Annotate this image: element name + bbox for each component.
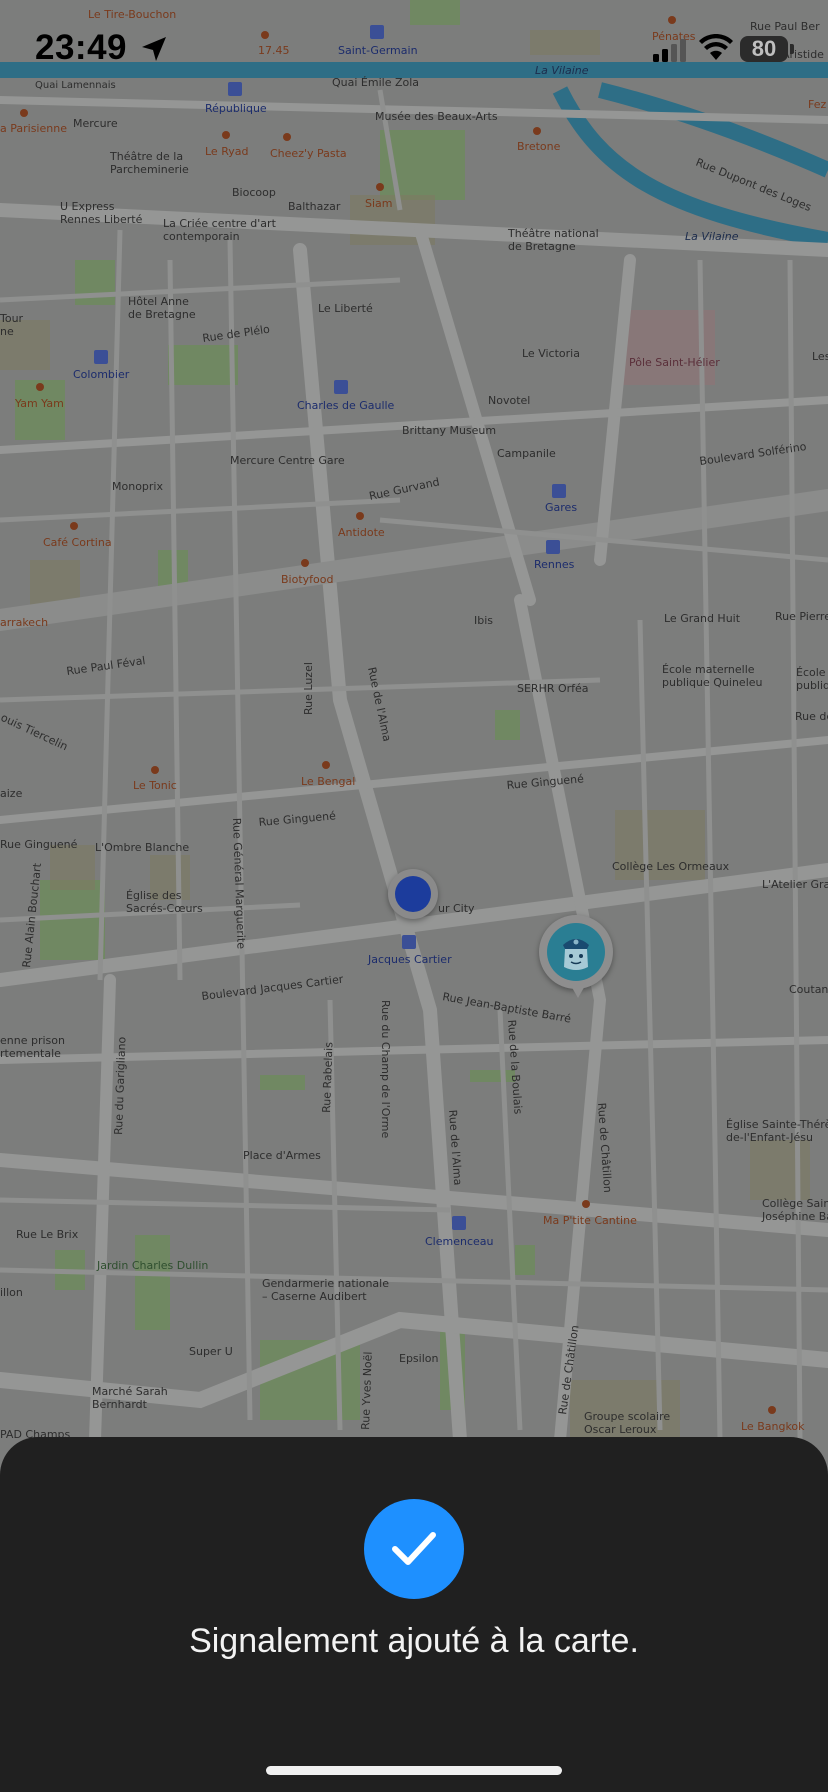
- restaurant-icon: [356, 512, 364, 520]
- label-pole-saint-helier: Pôle Saint-Hélier: [629, 356, 720, 369]
- label-le-grand-huit: Le Grand Huit: [664, 612, 741, 625]
- checkmark-icon: [392, 1532, 436, 1565]
- restaurant-icon: [283, 133, 291, 141]
- label-college-saint-josephine: Collège SainJoséphine Bak: [761, 1197, 828, 1223]
- label-le-victoria: Le Victoria: [522, 347, 580, 360]
- label-theatre-parcheminerie: Théâtre de la Parcheminerie: [109, 150, 189, 176]
- label-les: Les: [812, 350, 828, 363]
- label-jacques-cartier: Jacques Cartier: [367, 953, 452, 966]
- label-jardin-charles-dullin: Jardin Charles Dullin: [96, 1259, 208, 1272]
- label-place-d-armes: Place d'Armes: [243, 1149, 321, 1162]
- label-colombier: Colombier: [73, 368, 130, 381]
- label-balthazar: Balthazar: [288, 200, 341, 213]
- metro-icon: [552, 484, 566, 498]
- restaurant-icon: [151, 766, 159, 774]
- label-yam-yam: Yam Yam: [14, 397, 64, 410]
- label-le-ryad: Le Ryad: [205, 145, 248, 158]
- wifi-icon: [699, 34, 733, 60]
- label-cafe-cortina: Café Cortina: [43, 536, 112, 549]
- label-l-ombre-blanche: L'Ombre Blanche: [95, 841, 189, 854]
- label-illon: illon: [0, 1286, 23, 1299]
- metro-icon: [402, 935, 416, 949]
- label-coutan: Coutan: [789, 983, 828, 996]
- label-serhr-orfea: SERHR Orféa: [517, 682, 589, 695]
- restaurant-icon: [582, 1200, 590, 1208]
- restaurant-icon: [301, 559, 309, 567]
- label-parisienne: a Parisienne: [0, 122, 67, 135]
- label-le-bengal: Le Bengal: [301, 775, 355, 788]
- label-arrakech: arrakech: [0, 616, 48, 629]
- label-clemenceau: Clemenceau: [425, 1235, 494, 1248]
- label-campanile: Campanile: [497, 447, 556, 460]
- metro-icon: [546, 540, 560, 554]
- label-monoprix: Monoprix: [112, 480, 163, 493]
- restaurant-icon: [70, 522, 78, 530]
- restaurant-icon: [533, 127, 541, 135]
- label-epsilon: Epsilon: [399, 1352, 439, 1365]
- label-biotyfood: Biotyfood: [281, 573, 333, 586]
- label-novotel: Novotel: [488, 394, 530, 407]
- label-la-vilaine-2: La Vilaine: [685, 230, 739, 243]
- label-antidote: Antidote: [338, 526, 385, 539]
- label-eglise-sainte-therese: Église Sainte-Thérè de-l'Enfant-Jésu: [726, 1118, 828, 1144]
- label-ecole-right: Écolepublique: [796, 666, 828, 692]
- label-rue-yves-noel: Rue Yves Noël: [359, 1351, 375, 1430]
- label-rue-ginguene-3: Rue Ginguené: [0, 838, 78, 851]
- label-rue-le-brix: Rue Le Brix: [16, 1228, 79, 1241]
- label-le-bangkok: Le Bangkok: [741, 1420, 805, 1433]
- police-report-marker[interactable]: [539, 915, 613, 989]
- label-republique: République: [205, 102, 267, 115]
- label-ur-city: ur City: [438, 902, 475, 915]
- label-gares: Gares: [545, 501, 577, 514]
- metro-icon: [452, 1216, 466, 1230]
- label-super-u: Super U: [189, 1345, 233, 1358]
- confirmation-message: Signalement ajouté à la carte.: [189, 1622, 639, 1660]
- label-hotel-anne: Hôtel Anne de Bretagne: [128, 295, 196, 321]
- success-badge: [364, 1499, 464, 1599]
- label-ibis: Ibis: [474, 614, 493, 627]
- restaurant-icon: [20, 109, 28, 117]
- label-rue-pierre: Rue Pierre: [775, 610, 828, 623]
- label-ancienne-prison: enne prison rtementale: [0, 1034, 65, 1060]
- metro-icon: [94, 350, 108, 364]
- cellular-signal-icon: [653, 39, 686, 62]
- restaurant-icon: [768, 1406, 776, 1414]
- label-aize: aize: [0, 787, 23, 800]
- label-le-liberte: Le Liberté: [318, 302, 373, 315]
- current-location-marker[interactable]: [388, 869, 438, 919]
- label-musee-beaux-arts: Musée des Beaux-Arts: [375, 110, 498, 123]
- police-marker-tail: [570, 984, 586, 998]
- status-time: 23:49: [35, 28, 128, 67]
- battery-nub: [790, 44, 794, 54]
- label-charles-de-gaulle: Charles de Gaulle: [297, 399, 395, 412]
- label-biocoop: Biocoop: [232, 186, 276, 199]
- restaurant-icon: [376, 183, 384, 191]
- metro-icon: [334, 380, 348, 394]
- confirmation-sheet: [0, 1437, 828, 1792]
- label-college-ormeaux: Collège Les Ormeaux: [612, 860, 730, 873]
- home-indicator[interactable]: [266, 1766, 562, 1775]
- label-brittany-museum: Brittany Museum: [402, 424, 496, 437]
- label-ma-ptite-cantine: Ma P'tite Cantine: [543, 1214, 637, 1227]
- label-siam: Siam: [365, 197, 393, 210]
- label-cheezy-pasta: Cheez'y Pasta: [270, 147, 347, 160]
- label-le-tonic: Le Tonic: [133, 779, 177, 792]
- police-icon: [547, 923, 605, 981]
- status-bar: 23:49 80: [0, 0, 828, 100]
- label-rue-de: Rue de: [795, 710, 828, 723]
- label-rue-champ-orme: Rue du Champ de l'Orme: [379, 1000, 392, 1138]
- label-bretone: Bretone: [517, 140, 561, 153]
- restaurant-icon: [36, 383, 44, 391]
- label-mercure-centre-gare: Mercure Centre Gare: [230, 454, 345, 467]
- label-l-atelier-gra: L'Atelier Gra: [762, 878, 828, 891]
- battery-icon: 80: [740, 36, 788, 62]
- label-rue-rabelais: Rue Rabelais: [320, 1042, 335, 1114]
- location-arrow-icon: [142, 37, 166, 61]
- label-ecole-quineleu: École maternelle publique Quineleu: [662, 663, 763, 689]
- label-mercure: Mercure: [73, 117, 118, 130]
- label-rennes: Rennes: [534, 558, 575, 571]
- restaurant-icon: [222, 131, 230, 139]
- label-rue-luzel: Rue Luzel: [302, 662, 315, 715]
- restaurant-icon: [322, 761, 330, 769]
